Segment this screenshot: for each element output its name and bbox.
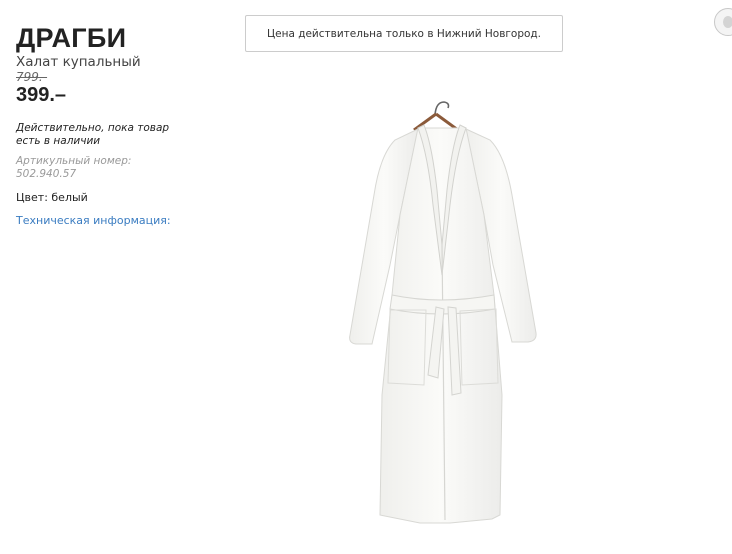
technical-info-link[interactable]: Техническая информация: [16,214,186,228]
product-image [300,95,590,550]
bathrobe-image [349,101,537,524]
old-price: 799.- [16,70,48,84]
scroll-arrow-icon[interactable] [714,8,732,36]
article-number: Артикульный номер: 502.940.57 [16,155,186,180]
price-region-notice-text: Цена действительна только в Нижний Новго… [266,27,542,40]
product-type: Халат купальный [16,54,141,70]
article-value: 502.940.57 [16,167,77,180]
current-price: 399.– [16,84,67,106]
article-label: Артикульный номер: [16,155,132,167]
product-color: Цвет: белый [16,191,88,204]
product-name: ДРАГБИ [16,23,127,53]
price-region-notice: Цена действительна только в Нижний Новго… [245,15,563,52]
availability-note: Действительно, пока товар есть в наличии [16,122,170,147]
product-info: ДРАГБИ Халат купальный 799.- 399.– Дейст… [16,24,186,228]
